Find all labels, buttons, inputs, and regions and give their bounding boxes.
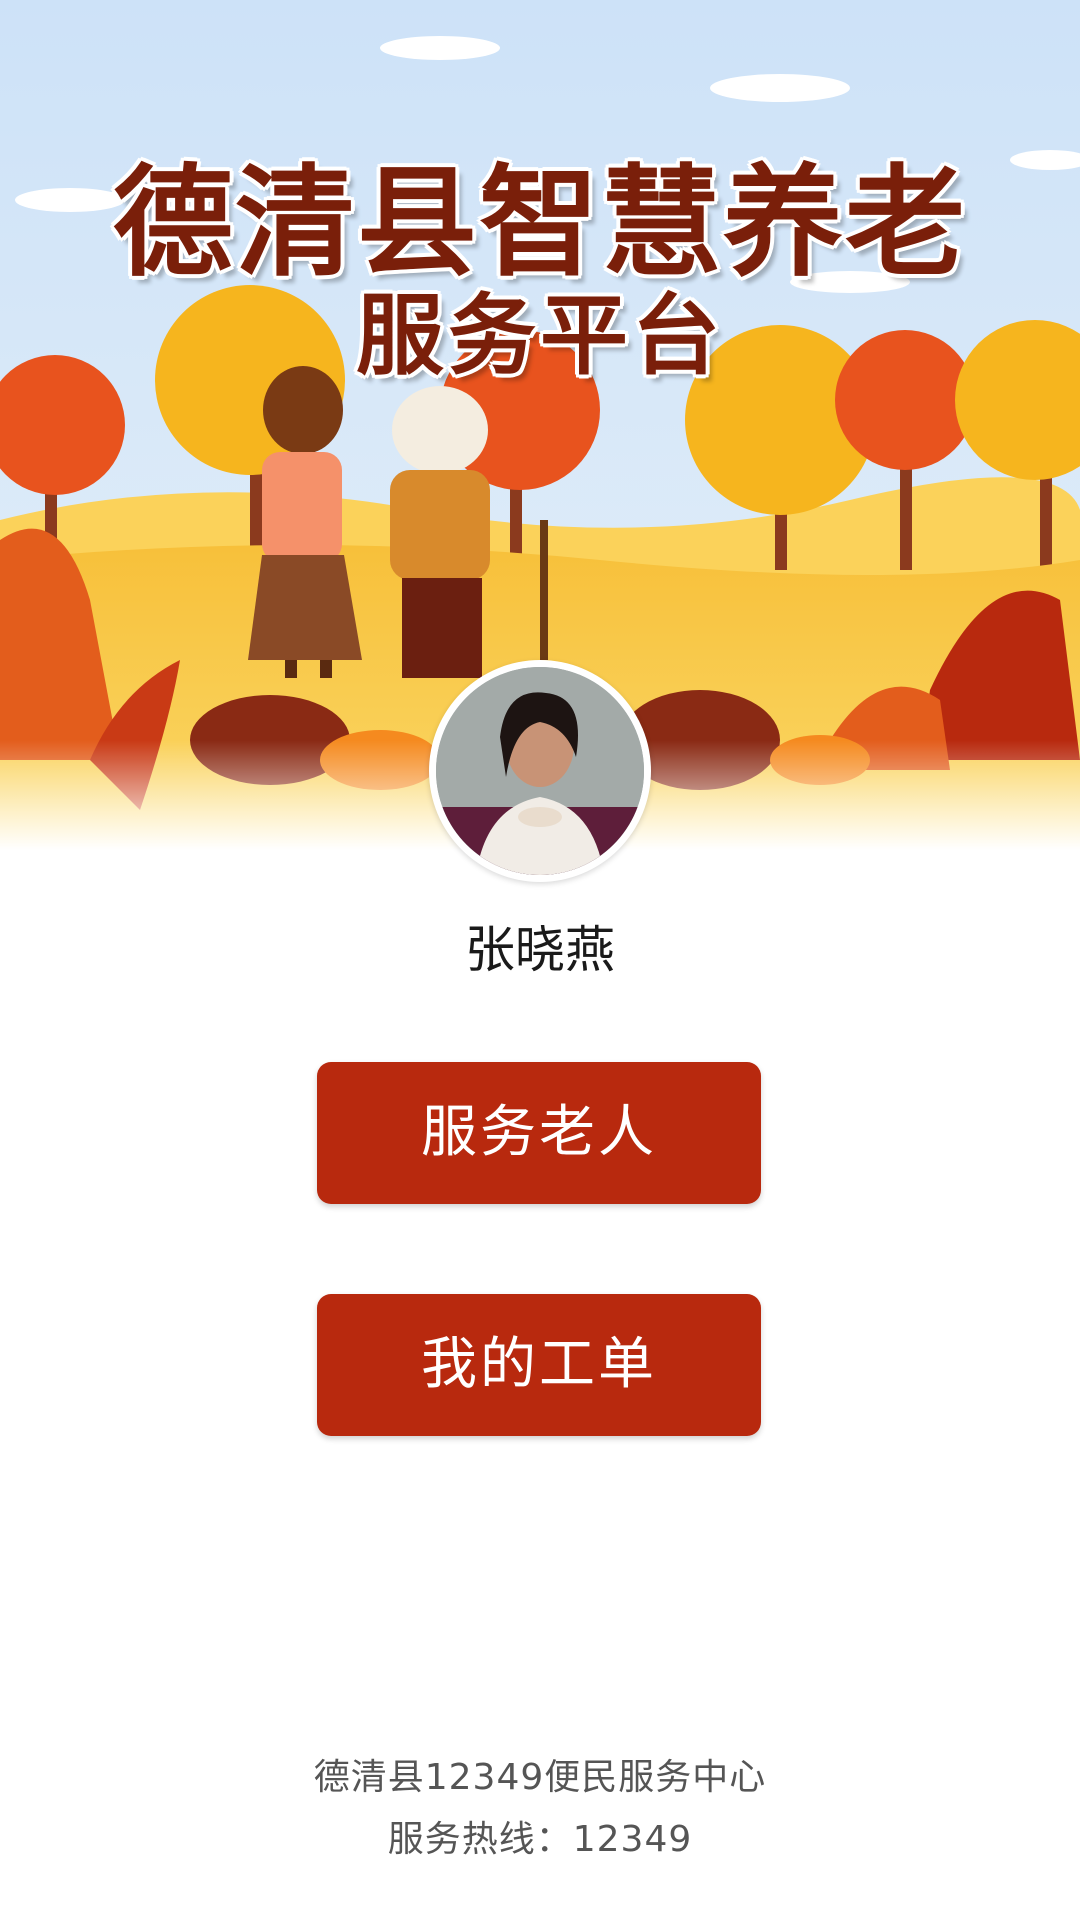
person-silhouette-icon: [436, 667, 644, 875]
avatar: [429, 660, 651, 882]
user-name: 张晓燕: [465, 921, 615, 979]
serve-elders-button[interactable]: 服务老人: [317, 1062, 761, 1204]
service-center-name: 德清县12349便民服务中心: [313, 1757, 767, 1798]
avatar-photo: [436, 667, 644, 875]
my-orders-button[interactable]: 我的工单: [317, 1294, 761, 1436]
platform-subtitle: 服务平台: [355, 284, 724, 387]
service-hotline: 服务热线：12349: [387, 1819, 693, 1860]
